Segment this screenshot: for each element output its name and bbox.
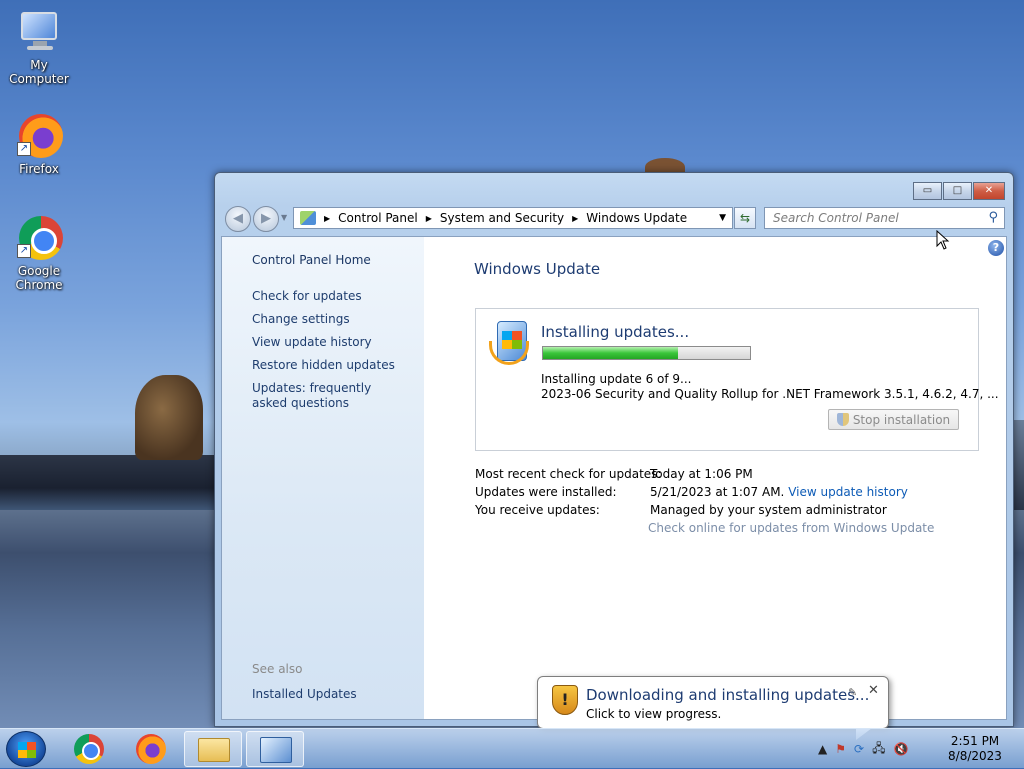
search-icon[interactable]: ⚲ [988, 210, 998, 225]
page-title: Windows Update [474, 260, 601, 278]
status-update-name: 2023-06 Security and Quality Rollup for … [541, 387, 999, 401]
breadcrumb-control-panel[interactable]: Control Panel [338, 211, 418, 225]
maximize-icon: □ [952, 185, 963, 196]
close-button[interactable]: ✕ [973, 182, 1005, 200]
background-shore [0, 455, 214, 510]
chrome-icon [74, 734, 104, 764]
sidebar: Control Panel Home Check for updates Cha… [222, 237, 424, 719]
status-progress-text: Installing update 6 of 9... [541, 372, 692, 386]
search-placeholder: Search Control Panel [773, 211, 899, 225]
balloon-close-icon[interactable]: ✕ [868, 683, 879, 698]
chevron-right-icon[interactable]: ▶ [426, 214, 432, 223]
control-panel-icon [260, 737, 292, 763]
clock-date: 8/8/2023 [948, 749, 1002, 763]
clock-time: 2:51 PM [950, 734, 1000, 748]
shortcut-arrow-icon: ↗ [17, 244, 31, 258]
recent-check-value: Today at 1:06 PM [650, 467, 753, 481]
sidebar-item-faq[interactable]: Updates: frequently asked questions [252, 381, 402, 411]
firefox-icon [136, 734, 166, 764]
balloon-title: Downloading and installing updates... [586, 686, 870, 704]
forward-button[interactable]: ▶ [253, 206, 279, 232]
installed-value: 5/21/2023 at 1:07 AM. [650, 485, 785, 499]
back-arrow-icon: ◀ [233, 211, 243, 226]
firefox-icon: ↗ [15, 112, 63, 160]
clock[interactable]: 2:51 PM 8/8/2023 [940, 734, 1010, 764]
chrome-icon: ↗ [15, 214, 63, 262]
refresh-button[interactable]: ⇆ [734, 207, 756, 229]
installed-value-row: 5/21/2023 at 1:07 AM. View update histor… [650, 485, 908, 499]
stop-installation-button[interactable]: Stop installation [828, 409, 959, 430]
update-notification-balloon[interactable]: ! Downloading and installing updates... … [537, 676, 889, 740]
uac-shield-icon [836, 413, 849, 426]
desktop-icon-label: My Computer [9, 58, 69, 86]
show-hidden-icons-icon[interactable]: ▲ [818, 742, 827, 756]
computer-icon [15, 8, 63, 56]
chevron-down-icon[interactable]: ▼ [719, 213, 726, 223]
desktop-icon-label: Firefox [19, 162, 59, 176]
refresh-icon: ⇆ [739, 211, 751, 225]
recent-check-label: Most recent check for updates: [475, 467, 662, 481]
pin-icon[interactable]: ✎ [848, 686, 857, 699]
chevron-right-icon[interactable]: ▶ [572, 214, 578, 223]
taskbar-item-control-panel[interactable] [246, 731, 304, 767]
see-also-heading: See also [252, 662, 303, 676]
volume-muted-icon[interactable]: 🔇 [893, 742, 908, 756]
taskbar: ▲ ⚑ ⟳ 🖧 🔇 2:51 PM 8/8/2023 [0, 728, 1024, 768]
receive-label: You receive updates: [475, 503, 600, 517]
update-status-panel: Installing updates... Installing update … [475, 308, 999, 451]
content-area: Control Panel Home Check for updates Cha… [221, 236, 1007, 720]
warning-shield-icon: ! [552, 685, 578, 715]
recent-pages-dropdown[interactable]: ▼ [281, 213, 287, 222]
desktop-icon-firefox[interactable]: ↗ Firefox [1, 112, 77, 176]
sidebar-item-installed-updates[interactable]: Installed Updates [252, 687, 357, 702]
windows-update-window: ▭ □ ✕ ◀ ▶ ▼ ▶ Control Panel ▶ System and… [214, 172, 1014, 727]
installed-label: Updates were installed: [475, 485, 617, 499]
minimize-button[interactable]: ▭ [913, 182, 942, 200]
network-icon[interactable]: 🖧 [872, 739, 885, 760]
maximize-button[interactable]: □ [943, 182, 972, 200]
view-update-history-link[interactable]: View update history [788, 485, 908, 499]
windows-update-tray-icon[interactable]: ⟳ [854, 742, 864, 756]
close-icon: ✕ [984, 185, 994, 196]
address-bar[interactable]: ▶ Control Panel ▶ System and Security ▶ … [293, 207, 733, 229]
background-sea-stack [135, 375, 203, 460]
shortcut-arrow-icon: ↗ [17, 142, 31, 156]
windows-logo-icon [18, 742, 36, 758]
forward-arrow-icon: ▶ [261, 211, 271, 226]
breadcrumb-windows-update[interactable]: Windows Update [586, 211, 687, 225]
window-controls: ▭ □ ✕ [912, 182, 1005, 200]
start-button[interactable] [6, 731, 46, 767]
help-icon[interactable]: ? [988, 240, 1004, 256]
action-center-flag-icon[interactable]: ⚑ [835, 742, 846, 756]
status-title: Installing updates... [541, 323, 690, 341]
desktop-icon-my-computer[interactable]: My Computer [1, 8, 77, 86]
desktop-icon-label: Google Chrome [15, 264, 63, 292]
sidebar-item-control-panel-home[interactable]: Control Panel Home [252, 253, 371, 268]
control-panel-icon [300, 211, 316, 225]
check-online-link[interactable]: Check online for updates from Windows Up… [648, 521, 934, 535]
breadcrumb-system-and-security[interactable]: System and Security [440, 211, 564, 225]
system-tray: ▲ ⚑ ⟳ 🖧 🔇 [818, 729, 916, 769]
desktop-icon-google-chrome[interactable]: ↗ Google Chrome [1, 214, 77, 292]
windows-update-icon [489, 321, 533, 369]
folder-icon [198, 738, 230, 762]
sidebar-item-check-for-updates[interactable]: Check for updates [252, 289, 362, 304]
minimize-icon: ▭ [922, 185, 933, 196]
install-progress-bar [542, 346, 751, 360]
balloon-subtitle: Click to view progress. [586, 707, 722, 721]
navigation-toolbar: ◀ ▶ ▼ ▶ Control Panel ▶ System and Secur… [223, 205, 1005, 233]
search-input[interactable]: Search Control Panel ⚲ [764, 207, 1005, 229]
taskbar-item-firefox[interactable] [122, 731, 180, 767]
sidebar-item-view-update-history[interactable]: View update history [252, 335, 372, 350]
chevron-right-icon[interactable]: ▶ [324, 214, 330, 223]
back-button[interactable]: ◀ [225, 206, 251, 232]
taskbar-item-chrome[interactable] [60, 731, 118, 767]
sidebar-item-restore-hidden-updates[interactable]: Restore hidden updates [252, 358, 395, 373]
taskbar-item-explorer[interactable] [184, 731, 242, 767]
receive-value: Managed by your system administrator [650, 503, 887, 517]
sidebar-item-change-settings[interactable]: Change settings [252, 312, 350, 327]
progress-fill [543, 347, 678, 359]
stop-installation-label: Stop installation [852, 412, 951, 427]
